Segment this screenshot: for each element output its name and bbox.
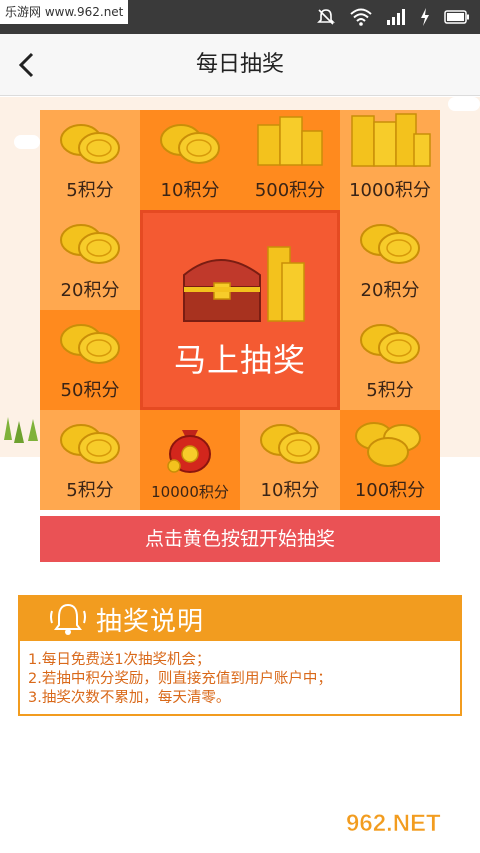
money-bag-icon [140,410,240,481]
coin-icon [40,410,140,476]
prize-label: 20积分 [360,280,420,301]
coin-stack-icon [340,110,440,176]
draw-now-label: 马上抽奖 [173,341,306,379]
rules-list: 1.每日免费送1次抽奖机会； 2.若抽中积分奖励，则直接充值到用户账户中； 3.… [20,641,460,708]
prize-label: 500积分 [254,180,326,201]
prize-label: 5积分 [66,180,114,201]
prize-label: 20积分 [60,280,120,301]
page-title: 每日抽奖 [195,52,284,77]
prize-cell[interactable]: 20积分 [40,210,140,310]
coin-icon [40,310,140,376]
grass-decoration [4,417,38,443]
bell-icon [50,603,86,635]
prize-cell[interactable]: 50积分 [40,310,140,410]
coin-icon [240,410,340,476]
prize-label: 10000积分 [151,483,229,501]
rule-item: 1.每日免费送1次抽奖机会； [28,652,211,668]
prize-cell[interactable]: 10积分 [140,110,240,210]
status-bar: 乐游网 www.962.net [0,0,480,34]
prize-cell[interactable]: 5积分 [340,310,440,410]
battery-icon [444,10,469,24]
coin-icon [140,110,240,176]
svg-text:乐游网: 乐游网 [406,834,442,847]
prize-cell[interactable]: 5积分 [40,110,140,210]
status-icons [316,6,470,28]
watermark-text: 乐游网 www.962.net [0,0,129,24]
signal-icon [387,9,405,25]
coin-icon [340,310,440,376]
rule-item: 3.抽奖次数不累加，每天清零。 [28,690,231,706]
prize-cell[interactable]: 10000积分 [140,410,240,510]
lottery-board: 5积分 10积分 500积分 1000积分 20积分 20积分 50积分 5积分… [40,110,440,510]
prize-label: 1000积分 [349,180,431,201]
prize-cell[interactable]: 5积分 [40,410,140,510]
prize-label: 100积分 [354,480,426,501]
rules-panel: 抽奖说明 1.每日免费送1次抽奖机会； 2.若抽中积分奖励，则直接充值到用户账户… [18,595,462,716]
rules-title: 抽奖说明 [96,606,205,637]
svg-text:962.NET: 962.NET [346,810,441,837]
coin-icon [40,210,140,276]
header-bar: 每日抽奖 [0,34,480,96]
rules-header: 抽奖说明 [20,597,460,641]
brand-logo: 962.NET 乐游网 [342,807,472,848]
prize-label: 5积分 [366,380,414,401]
prize-label: 10积分 [260,480,320,501]
rule-item: 2.若抽中积分奖励，则直接充值到用户账户中； [28,671,332,687]
coin-icon [40,110,140,176]
start-draw-bar[interactable]: 点击黄色按钮开始抽奖 [40,516,440,562]
prize-label: 10积分 [160,180,220,201]
treasure-chest-icon [183,246,305,322]
coin-icon [340,210,440,276]
prize-cell[interactable]: 500积分 [240,110,340,210]
coin-icon [340,410,440,476]
prize-cell[interactable]: 100积分 [340,410,440,510]
wifi-icon [350,8,372,26]
prize-cell[interactable]: 20积分 [340,210,440,310]
prize-label: 50积分 [60,380,120,401]
charging-icon [421,8,429,26]
cloud-decoration [448,97,480,111]
coin-stack-icon [240,110,340,176]
mute-bell-icon [317,9,335,25]
cloud-decoration [14,135,40,149]
prize-cell[interactable]: 10积分 [240,410,340,510]
prize-label: 5积分 [66,480,114,501]
prize-cell[interactable]: 1000积分 [340,110,440,210]
draw-now-button[interactable]: 马上抽奖 [140,210,340,410]
